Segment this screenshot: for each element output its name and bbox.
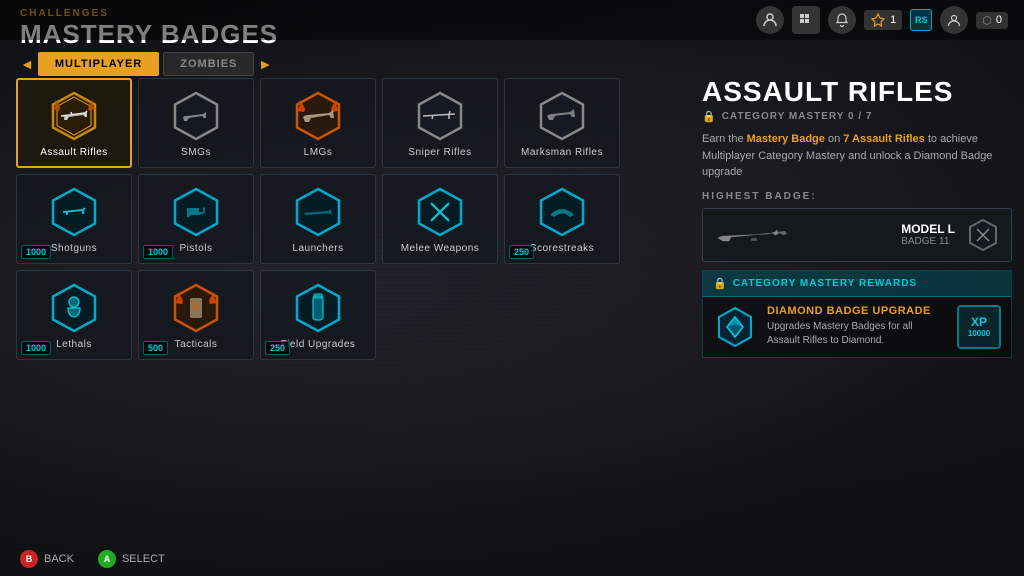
assault-rifles-badge [47, 89, 101, 143]
weapon-name-sniper-rifles: Sniper Rifles [408, 147, 471, 158]
category-mastery: 🔒 CATEGORY MASTERY 0 / 7 [702, 110, 1012, 123]
weapon-name-melee: Melee Weapons [401, 243, 480, 254]
tacticals-badge [169, 281, 223, 335]
rank-shield: RS [910, 9, 932, 31]
weapon-card-shotguns[interactable]: 1000 Shotguns [16, 174, 132, 264]
melee-badge [413, 185, 467, 239]
launchers-badge [291, 185, 345, 239]
weapon-name-shotguns: Shotguns [51, 243, 97, 254]
highest-badge-icon [965, 217, 1001, 253]
menu-icon[interactable] [792, 6, 820, 34]
reward-title: DIAMOND BADGE UPGRADE [767, 305, 947, 317]
weapon-name-lmgs: LMGs [304, 147, 333, 158]
weapon-card-launchers[interactable]: Launchers [260, 174, 376, 264]
pistols-progress: 1000 [143, 245, 173, 259]
xp-badge: XP 10000 [957, 305, 1001, 349]
highest-badge-label: HIGHEST BADGE: [702, 191, 1012, 202]
bottom-bar: B BACK A SELECT [20, 550, 165, 568]
profile-icon[interactable] [756, 6, 784, 34]
category-title: ASSAULT RIFLES [702, 78, 1012, 106]
weapon-card-tacticals[interactable]: 500 Tacticals [138, 270, 254, 360]
desc-bold2: 7 Assault Rifles [843, 133, 925, 145]
cod-points: ⬡ 0 [976, 12, 1008, 29]
select-button[interactable]: A SELECT [98, 550, 165, 568]
tab-multiplayer[interactable]: MULTIPLAYER [38, 52, 159, 76]
weapon-name-launchers: Launchers [292, 243, 343, 254]
hb-weapon-name: MODEL L [901, 222, 955, 236]
weapon-row-3: 1000 Lethals 500 Tacticals [16, 270, 656, 360]
weapon-card-sniper-rifles[interactable]: Sniper Rifles [382, 78, 498, 168]
rewards-header: 🔒 CATEGORY MASTERY REWARDS [703, 271, 1011, 297]
field-upgrades-progress: 250 [265, 341, 290, 355]
rewards-content: DIAMOND BADGE UPGRADE Upgrades Mastery B… [703, 297, 1011, 357]
weapon-name-assault-rifles: Assault Rifles [40, 147, 108, 158]
highest-badge-info: MODEL L BADGE 11 [901, 222, 955, 247]
hb-badge-level: BADGE 11 [901, 236, 955, 247]
weapon-name-scorestreaks: Scorestreaks [530, 243, 594, 254]
reward-info: DIAMOND BADGE UPGRADE Upgrades Mastery B… [767, 305, 947, 348]
mastery-description: Earn the Mastery Badge on 7 Assault Rifl… [702, 131, 1012, 181]
tabs: ◄ MULTIPLAYER ZOMBIES ► [20, 52, 272, 76]
mastery-label: CATEGORY MASTERY 0 / 7 [722, 111, 873, 122]
notification-count: 1 [864, 10, 902, 30]
weapon-grid: Assault Rifles SMGs [16, 78, 656, 366]
right-panel: ASSAULT RIFLES 🔒 CATEGORY MASTERY 0 / 7 … [702, 78, 1012, 358]
rewards-section: 🔒 CATEGORY MASTERY REWARDS DIAMOND BADGE… [702, 270, 1012, 358]
scorestreaks-badge [535, 185, 589, 239]
desc-pre: Earn the [702, 133, 747, 145]
weapon-row-1: Assault Rifles SMGs [16, 78, 656, 168]
reward-badge-icon [713, 305, 757, 349]
weapon-card-lmgs[interactable]: LMGs [260, 78, 376, 168]
rewards-header-text: CATEGORY MASTERY REWARDS [733, 278, 917, 289]
back-label: BACK [44, 553, 74, 565]
desc-bold: Mastery Badge [747, 133, 825, 145]
weapon-name-lethals: Lethals [56, 339, 92, 350]
weapon-card-lethals[interactable]: 1000 Lethals [16, 270, 132, 360]
pistols-badge [169, 185, 223, 239]
tab-zombies[interactable]: ZOMBIES [163, 52, 254, 76]
select-label: SELECT [122, 553, 165, 565]
weapon-name-pistols: Pistols [180, 243, 213, 254]
field-upgrades-badge [291, 281, 345, 335]
tacticals-progress: 500 [143, 341, 168, 355]
smgs-badge [169, 89, 223, 143]
sniper-rifles-badge [413, 89, 467, 143]
weapon-row-2: 1000 Shotguns 1000 Pistols [16, 174, 656, 264]
shotguns-badge [47, 185, 101, 239]
back-button[interactable]: B BACK [20, 550, 74, 568]
weapon-name-smgs: SMGs [181, 147, 211, 158]
lmgs-badge [291, 89, 345, 143]
marksman-rifles-badge [535, 89, 589, 143]
scorestreaks-progress: 250 [509, 245, 534, 259]
desc-mid: on [825, 133, 843, 145]
xp-label: XP [971, 315, 987, 329]
lethals-progress: 1000 [21, 341, 51, 355]
a-button-icon: A [98, 550, 116, 568]
lethals-badge [47, 281, 101, 335]
weapon-card-melee[interactable]: Melee Weapons [382, 174, 498, 264]
reward-desc: Upgrades Mastery Badges for all Assault … [767, 320, 947, 348]
tab-arrow-right[interactable]: ► [258, 56, 272, 72]
xp-amount: 10000 [968, 329, 990, 338]
bell-icon[interactable] [828, 6, 856, 34]
top-bar: 1 RS ⬡ 0 [0, 0, 1024, 40]
highest-badge-card: MODEL L BADGE 11 [702, 208, 1012, 262]
weapon-card-marksman-rifles[interactable]: Marksman Rifles [504, 78, 620, 168]
weapon-name-tacticals: Tacticals [175, 339, 218, 350]
weapon-name-marksman-rifles: Marksman Rifles [521, 147, 603, 158]
player-icon[interactable] [940, 6, 968, 34]
weapon-card-assault-rifles[interactable]: Assault Rifles [16, 78, 132, 168]
b-button-icon: B [20, 550, 38, 568]
weapon-card-scorestreaks[interactable]: 250 Scorestreaks [504, 174, 620, 264]
tab-arrow-left[interactable]: ◄ [20, 56, 34, 72]
shotguns-progress: 1000 [21, 245, 51, 259]
weapon-card-field-upgrades[interactable]: 250 Field Upgrades [260, 270, 376, 360]
weapon-card-pistols[interactable]: 1000 Pistols [138, 174, 254, 264]
weapon-name-field-upgrades: Field Upgrades [281, 339, 356, 350]
weapon-image [713, 220, 891, 250]
lock-icon-rewards: 🔒 [713, 277, 727, 290]
lock-icon: 🔒 [702, 110, 716, 123]
weapon-card-smgs[interactable]: SMGs [138, 78, 254, 168]
